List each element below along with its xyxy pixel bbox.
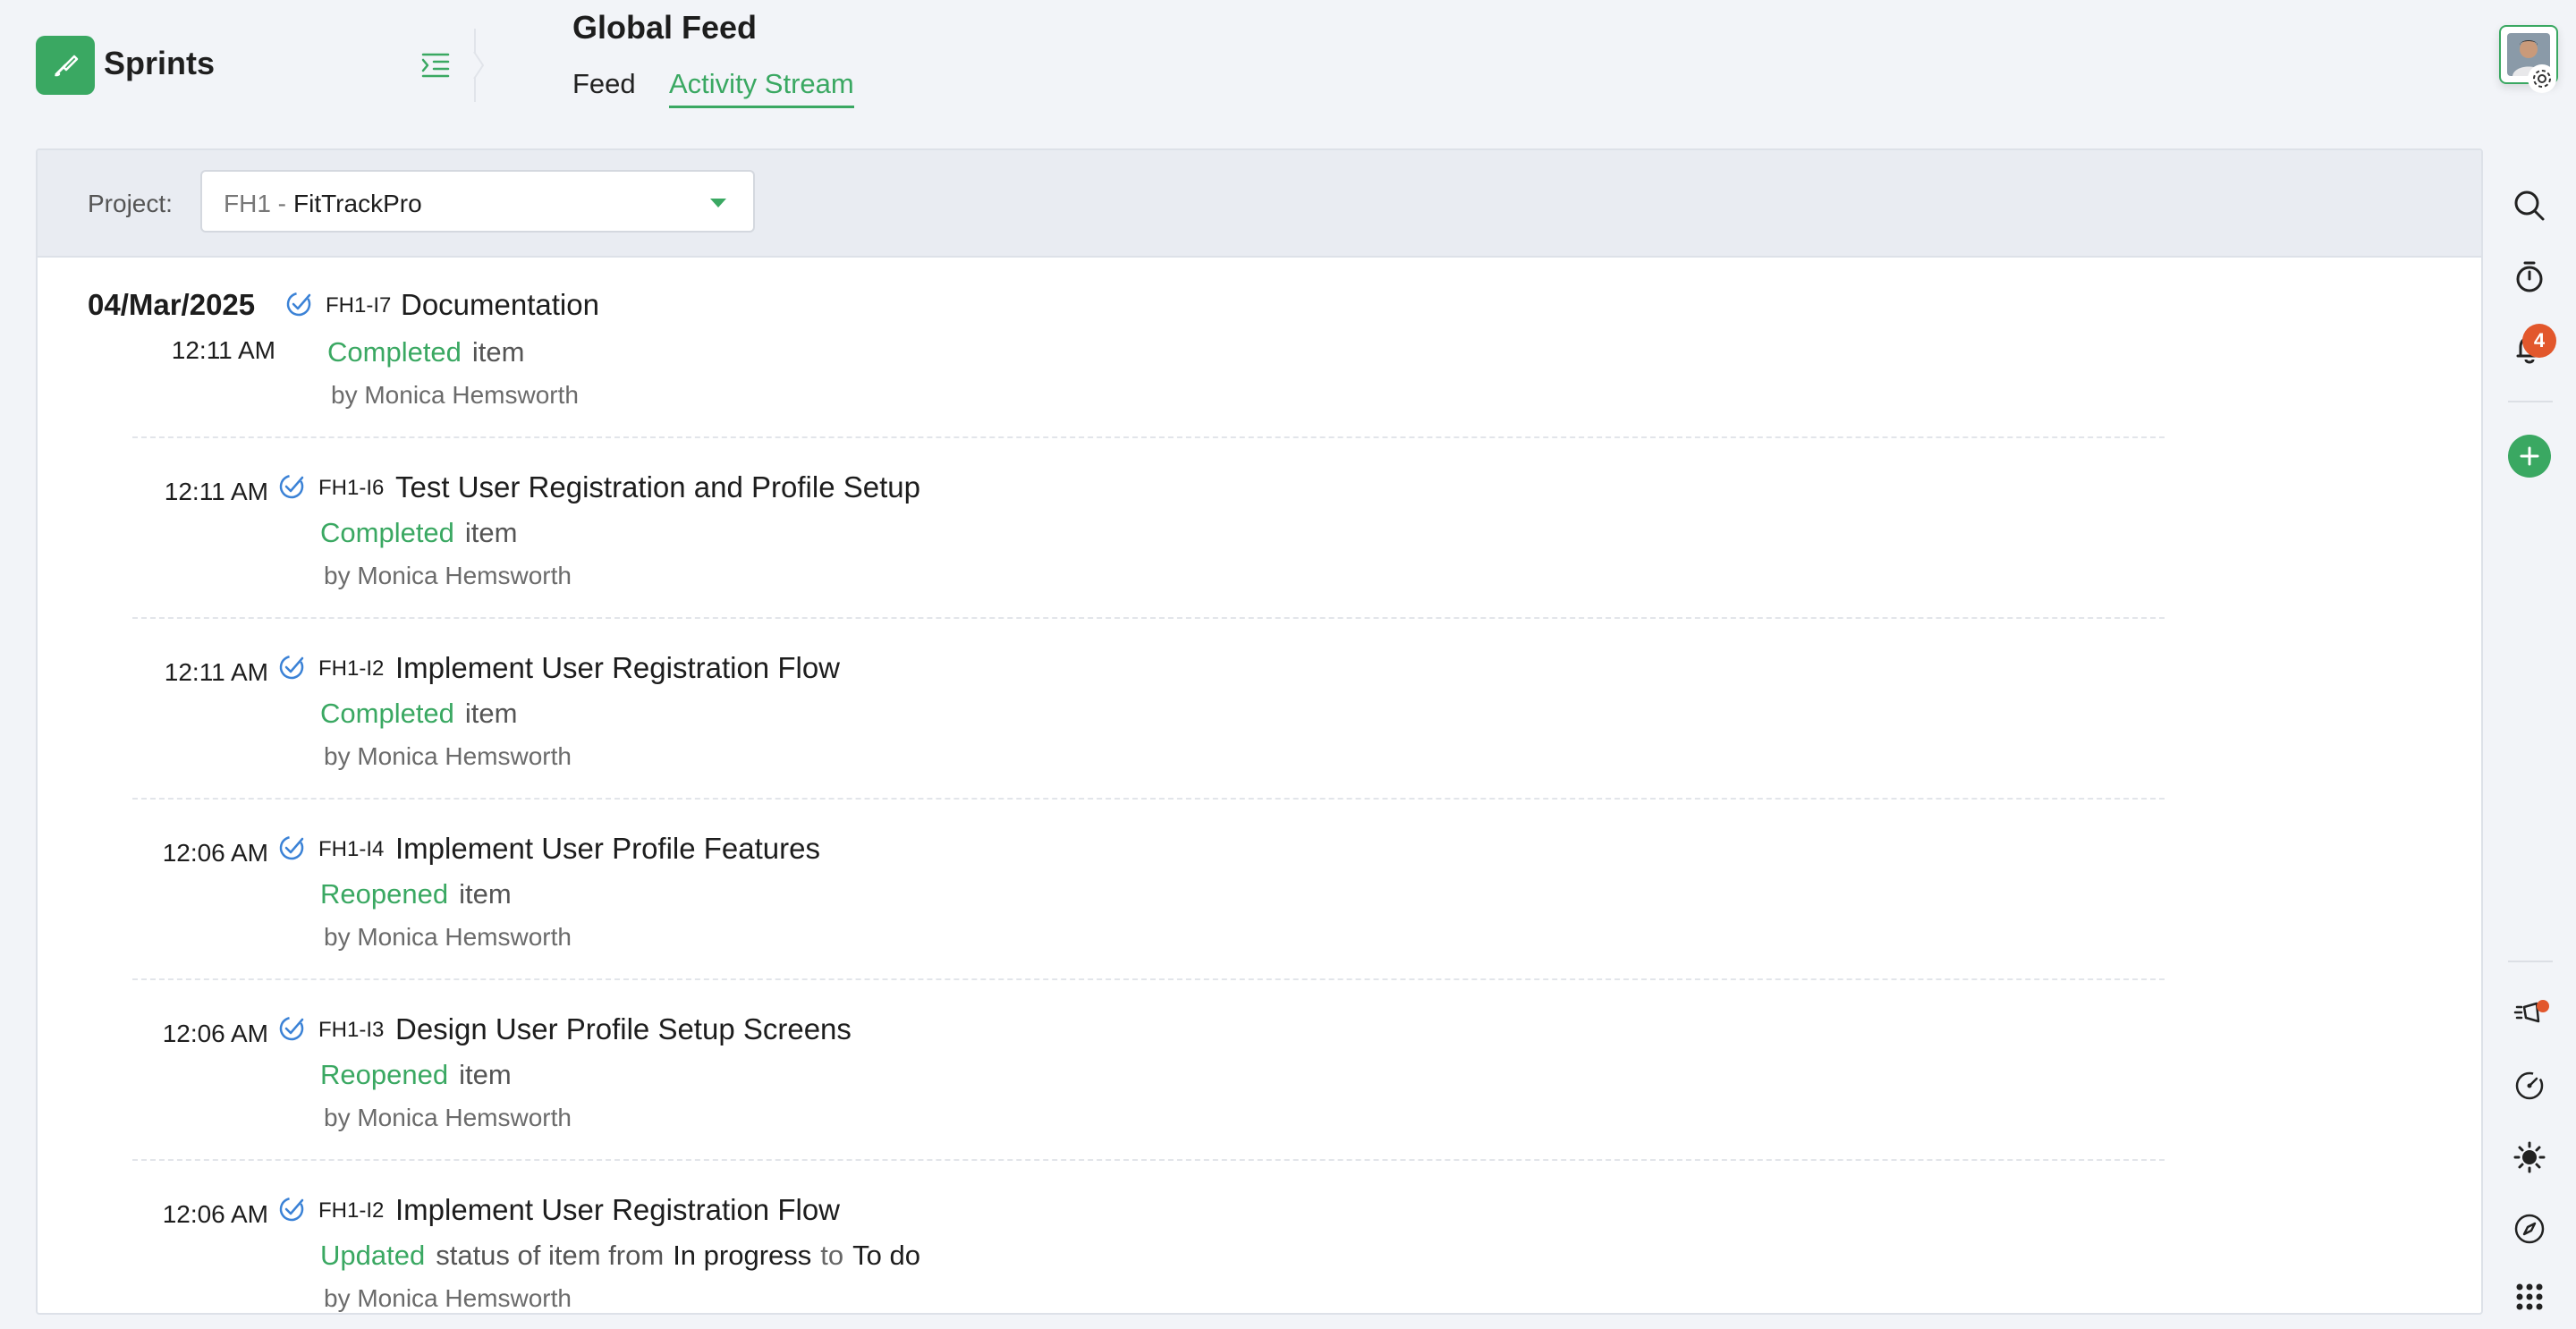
date-heading: 04/Mar/2025 — [88, 288, 256, 321]
check-circle-icon — [279, 835, 304, 860]
tab-feed[interactable]: Feed — [572, 68, 636, 106]
status-to: To do — [852, 1240, 920, 1271]
activity-action: Completed item — [327, 336, 525, 368]
action-verb: Updated — [320, 1240, 426, 1271]
indent-list-icon — [421, 53, 450, 78]
action-verb: Reopened — [320, 1059, 449, 1090]
app-name: Sprints — [104, 45, 216, 81]
activity-time: 12:11 AM — [164, 658, 268, 686]
activity-time: 12:06 AM — [162, 839, 268, 867]
project-filter-label: Project: — [88, 190, 173, 217]
app-logo[interactable] — [36, 36, 95, 95]
item-code: FH1-I3 — [318, 1018, 385, 1042]
activity-author: by Monica Hemsworth — [324, 1284, 572, 1312]
gauge-icon[interactable] — [2508, 1064, 2551, 1107]
check-circle-icon — [279, 655, 304, 680]
apps-grid-icon[interactable] — [2508, 1275, 2551, 1318]
activity-action: Completed item — [320, 517, 518, 549]
activity-author: by Monica Hemsworth — [324, 562, 572, 589]
activity-item: 12:06 AM FH1-I3 Design User Profile Setu… — [38, 980, 2481, 1161]
item-code: FH1-I2 — [318, 656, 385, 681]
action-object: status of item from — [436, 1240, 665, 1271]
status-to-word: to — [820, 1240, 844, 1271]
project-code: FH1 - — [224, 190, 286, 217]
project-name: FitTrackPro — [293, 190, 422, 217]
status-from: In progress — [673, 1240, 812, 1271]
announcement-dot — [2537, 1000, 2549, 1012]
timer-icon[interactable] — [2508, 256, 2551, 299]
settings-gear-icon[interactable] — [2528, 64, 2556, 93]
caret-down-icon — [710, 199, 726, 207]
tab-activity-stream[interactable]: Activity Stream — [669, 68, 854, 108]
action-verb: Completed — [320, 517, 454, 548]
action-object: item — [464, 517, 518, 548]
activity-author: by Monica Hemsworth — [331, 381, 579, 409]
action-verb: Completed — [327, 336, 462, 368]
item-title-link[interactable]: Implement User Registration Flow — [395, 1193, 840, 1227]
activity-time: 12:11 AM — [171, 336, 275, 364]
brush-icon — [55, 55, 79, 77]
activity-action: Completed item — [320, 698, 518, 730]
check-circle-icon — [279, 1197, 304, 1222]
activity-action: Updated status of item from In progress to T… — [320, 1240, 929, 1272]
item-title-link[interactable]: Design User Profile Setup Screens — [395, 1012, 852, 1046]
action-object: item — [459, 1059, 512, 1090]
activity-item: 12:06 AM FH1-I4 Implement User Profile F… — [38, 800, 2481, 980]
activity-time: 12:06 AM — [162, 1020, 268, 1047]
activity-item: 12:11 AM FH1-I2 Implement User Registrat… — [38, 619, 2481, 800]
item-code: FH1-I2 — [318, 1198, 385, 1223]
activity-time: 12:06 AM — [162, 1200, 268, 1228]
check-circle-icon — [279, 1016, 304, 1041]
action-object: item — [459, 878, 512, 910]
filter-bar: Project: FH1 - FitTrackPro — [38, 150, 2481, 258]
activity-author: by Monica Hemsworth — [324, 1104, 572, 1131]
activity-action: Reopened item — [320, 878, 512, 910]
project-select[interactable]: FH1 - FitTrackPro — [200, 170, 755, 233]
activity-time: 12:11 AM — [164, 478, 268, 505]
action-verb: Completed — [320, 698, 454, 729]
action-verb: Reopened — [320, 878, 449, 910]
add-button[interactable] — [2508, 435, 2551, 478]
rail-divider — [2508, 961, 2553, 962]
compass-icon[interactable] — [2508, 1207, 2551, 1250]
search-icon[interactable] — [2508, 184, 2551, 227]
action-object: item — [471, 336, 525, 368]
item-code: FH1-I7 — [326, 293, 392, 317]
announcement-icon[interactable] — [2508, 993, 2551, 1036]
item-title-link[interactable]: Test User Registration and Profile Setup — [395, 470, 920, 504]
check-circle-icon — [286, 292, 311, 317]
theme-icon[interactable] — [2508, 1136, 2551, 1179]
item-code: FH1-I6 — [318, 476, 385, 500]
action-object: item — [464, 698, 518, 729]
item-title-link[interactable]: Implement User Registration Flow — [395, 651, 840, 685]
activity-author: by Monica Hemsworth — [324, 923, 572, 951]
activity-item: 12:06 AM FH1-I2 Implement User Registrat… — [38, 1161, 2481, 1313]
sidebar-toggle-button[interactable] — [417, 47, 454, 84]
activity-panel: Project: FH1 - FitTrackPro 04/Mar/2025 1… — [36, 148, 2483, 1315]
activity-item: 12:11 AM FH1-I6 Test User Registration a… — [38, 438, 2481, 619]
activity-item: 04/Mar/2025 12:11 AM FH1-I7 Documentatio… — [38, 258, 2481, 438]
notification-count-badge: 4 — [2522, 324, 2556, 358]
item-code: FH1-I4 — [318, 837, 385, 861]
page-title: Global Feed — [572, 9, 758, 46]
check-circle-icon — [279, 474, 304, 499]
rail-divider — [2508, 401, 2553, 402]
item-title-link[interactable]: Implement User Profile Features — [395, 832, 820, 866]
activity-author: by Monica Hemsworth — [324, 742, 572, 770]
plus-icon — [2520, 446, 2539, 466]
chevron-right-icon — [473, 51, 485, 80]
activity-stream: 04/Mar/2025 12:11 AM FH1-I7 Documentatio… — [38, 258, 2481, 1313]
activity-action: Reopened item — [320, 1059, 512, 1091]
item-title-link[interactable]: Documentation — [401, 288, 599, 322]
